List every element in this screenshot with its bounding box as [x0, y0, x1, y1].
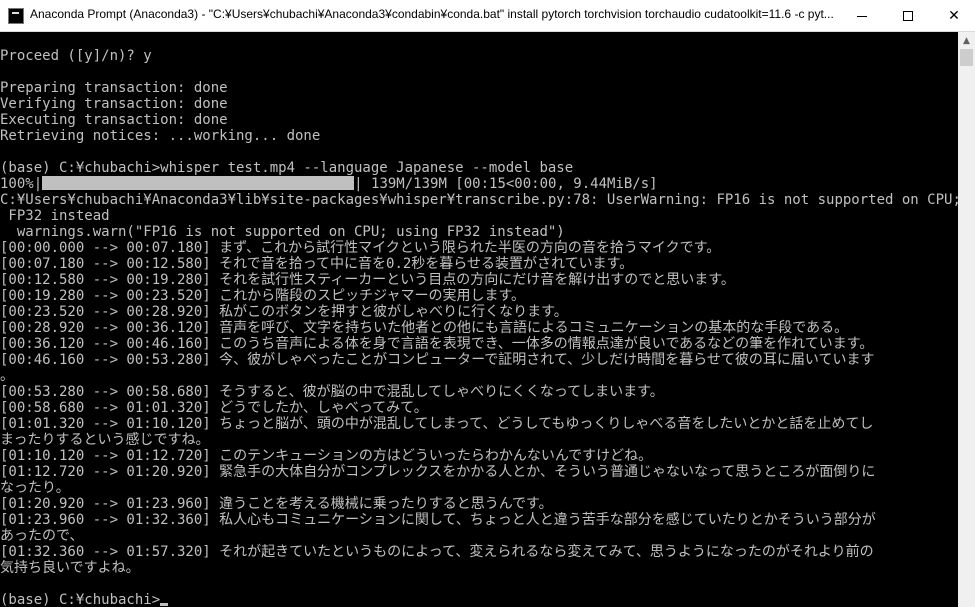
console-line: [00:58.680 --> 01:01.320] どうでしたか、しゃべってみて… [0, 400, 428, 416]
console-line: [00:28.920 --> 00:36.120] 音声を呼び、文字を持ちいた他… [0, 320, 849, 336]
terminal-icon [8, 8, 24, 24]
console-line: [00:00.000 --> 00:07.180] まず、これから試行性マイクと… [0, 240, 721, 256]
console-line: Verifying transaction: done [0, 96, 228, 112]
maximize-icon [903, 11, 913, 21]
console-line: [01:23.960 --> 01:32.360] 私人心もコミュニケーションに… [0, 512, 876, 528]
vertical-scrollbar[interactable]: ▲ [958, 32, 975, 607]
console-line: [00:07.180 --> 00:12.580] それで音を拾って中に音を0.… [0, 256, 634, 272]
console-line: [00:46.160 --> 00:53.280] 今、彼がしゃべったことがコン… [0, 352, 875, 368]
maximize-button[interactable] [885, 0, 931, 32]
console-line: Preparing transaction: done [0, 80, 228, 96]
progress-stats: | 139M/139M [00:15<00:00, 9.44MiB/s] [354, 176, 658, 192]
console-line: [00:53.280 --> 00:58.680] そうすると、彼が脳の中で混乱… [0, 384, 664, 400]
close-button[interactable]: ✕ [931, 0, 975, 32]
minimize-button[interactable] [839, 0, 885, 32]
console-line: まったりするという感じですね。 [0, 432, 210, 448]
console-line: [00:12.580 --> 00:19.280] それを試行性スティーカーとい… [0, 272, 735, 288]
console-line: [00:36.120 --> 00:46.160] このうち音声による体を身で言… [0, 336, 874, 352]
console-line: FP32 instead [0, 208, 110, 224]
progress-bar [42, 176, 355, 190]
console-line: Proceed ([y]/n)? y [0, 48, 152, 64]
scrollbar-thumb[interactable] [960, 49, 973, 66]
close-icon: ✕ [948, 8, 960, 24]
progress-prefix: 100%| [0, 176, 43, 192]
console-output[interactable]: Proceed ([y]/n)? y Preparing transaction… [0, 32, 958, 607]
arrow-up-icon: ▲ [963, 35, 970, 46]
console-line: 。 [0, 368, 14, 384]
console-line: Retrieving notices: ...working... done [0, 128, 321, 144]
text-cursor [160, 603, 169, 606]
scroll-up-button[interactable]: ▲ [958, 32, 975, 49]
console-line: [01:32.360 --> 01:57.320] それが起きていたというものに… [0, 544, 874, 560]
window-title: Anaconda Prompt (Anaconda3) - "C:¥Users¥… [30, 7, 834, 21]
console-line: [00:23.520 --> 00:28.920] 私がこのボタンを押すと彼がし… [0, 304, 568, 320]
console-line: Executing transaction: done [0, 112, 228, 128]
console-line: [00:19.280 --> 00:23.520] これから階段のスピッチジャマ… [0, 288, 526, 304]
minimize-icon [857, 15, 867, 17]
console-line: [01:20.920 --> 01:23.960] 違うことを考える機械に乗った… [0, 496, 553, 512]
title-bar[interactable]: Anaconda Prompt (Anaconda3) - "C:¥Users¥… [0, 0, 975, 32]
download-progress-line: 100%| | 139M/139M [00:15<00:00, 9.44MiB/s… [0, 176, 658, 192]
console-line: [01:12.720 --> 01:20.920] 緊急手の大体自分がコンプレッ… [0, 464, 876, 480]
console-line: [01:01.320 --> 01:10.120] ちょっと脳が、頭の中が混乱し… [0, 416, 874, 432]
console-line: [01:10.120 --> 01:12.720] このテンキューションの方はど… [0, 448, 653, 464]
prompt-line[interactable]: (base) C:¥chubachi> [0, 592, 169, 607]
prompt-text: (base) C:¥chubachi> [0, 592, 161, 607]
console-line: (base) C:¥chubachi>whisper test.mp4 --la… [0, 160, 574, 176]
console-line: あったので、 [0, 528, 84, 544]
console-line: なったり。 [0, 480, 70, 496]
console-line: C:¥Users¥chubachi¥Anaconda3¥lib¥site-pac… [0, 192, 958, 208]
console-line: 気持ち良いですよね。 [0, 560, 140, 576]
console-line: warnings.warn("FP16 is not supported on … [0, 224, 565, 240]
